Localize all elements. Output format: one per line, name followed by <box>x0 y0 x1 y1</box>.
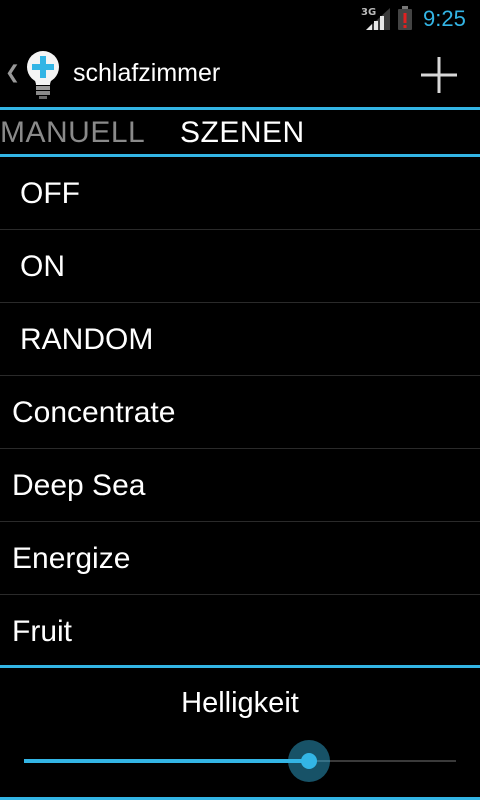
scene-item-fruit[interactable]: Fruit <box>0 595 480 668</box>
scene-label: RANDOM <box>20 323 154 356</box>
chevron-left-icon: ❮ <box>5 62 21 82</box>
slider-thumb[interactable] <box>288 740 330 782</box>
signal-bars-icon <box>366 8 390 30</box>
list-divider <box>0 665 480 668</box>
slider-fill <box>24 759 309 763</box>
screen: 3G 9:25 ❮ schlafzimmer MANUELL SZENEN OF… <box>0 0 480 800</box>
add-scene-button[interactable] <box>404 38 480 108</box>
lightbulb-plus-icon <box>27 51 59 99</box>
action-bar: ❮ schlafzimmer <box>0 38 480 108</box>
scene-item-energize[interactable]: Energize <box>0 522 480 595</box>
home-up-button[interactable]: ❮ <box>0 38 72 108</box>
scene-item-deep-sea[interactable]: Deep Sea <box>0 449 480 522</box>
scene-label: Fruit <box>12 615 72 648</box>
scene-item-concentrate[interactable]: Concentrate <box>0 376 480 449</box>
slider-thumb-core <box>301 753 317 769</box>
scene-item-off[interactable]: OFF <box>0 157 480 230</box>
tab-scenes[interactable]: SZENEN <box>180 116 305 150</box>
brightness-slider[interactable] <box>24 736 456 786</box>
status-clock: 9:25 <box>423 6 466 31</box>
action-bar-title: schlafzimmer <box>73 59 221 87</box>
plus-icon <box>421 57 457 93</box>
brightness-label: Helligkeit <box>181 687 299 719</box>
tab-bar: MANUELL SZENEN <box>0 110 480 154</box>
status-bar: 3G 9:25 <box>0 0 480 38</box>
scene-item-random[interactable]: RANDOM <box>0 303 480 376</box>
scene-item-on[interactable]: ON <box>0 230 480 303</box>
tab-manual[interactable]: MANUELL <box>0 116 145 150</box>
scene-label: OFF <box>20 177 80 210</box>
scene-label: Deep Sea <box>12 469 146 502</box>
scene-label: Energize <box>12 542 131 575</box>
scene-list: OFF ON RANDOM Concentrate Deep Sea Energ… <box>0 157 480 666</box>
scene-label: ON <box>20 250 65 283</box>
battery-alert-icon <box>398 6 412 30</box>
scene-label: Concentrate <box>12 396 176 429</box>
